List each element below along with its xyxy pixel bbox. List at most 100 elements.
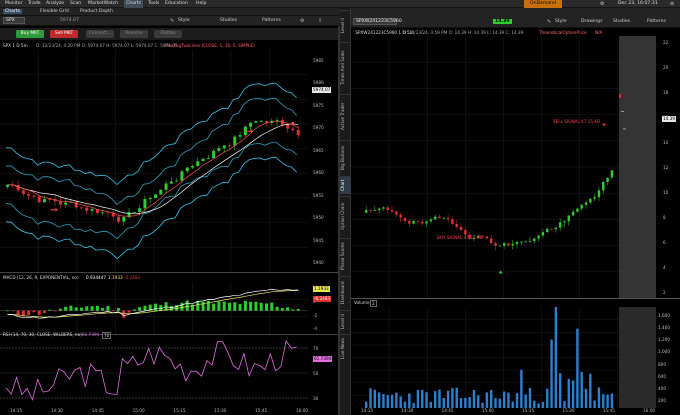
option-candle-body	[537, 235, 540, 239]
macd-histogram-bar	[37, 310, 41, 315]
candle-body	[85, 207, 89, 211]
side-tab-option-chain[interactable]: Option Chain	[340, 196, 351, 236]
side-tab-active-trader[interactable]: Active Trader	[340, 94, 351, 138]
candle-body	[43, 199, 46, 203]
option-candle-body	[425, 221, 428, 224]
y-tick-label: -2	[313, 312, 318, 318]
menu-help[interactable]: Help	[196, 1, 206, 6]
y-tick-label: 12	[663, 165, 669, 170]
menu-charts[interactable]: Charts	[124, 0, 144, 8]
connect-button[interactable]: Connect...	[86, 30, 114, 38]
menu-monitor[interactable]: Monitor	[5, 1, 22, 6]
option-candle-body	[446, 217, 450, 220]
last-price-tag: 5974.07	[312, 87, 332, 93]
side-tab-chart[interactable]: Chart	[340, 176, 351, 194]
option-price-chart[interactable]	[351, 36, 680, 298]
option-candle-body	[382, 207, 385, 209]
volume-bar	[390, 394, 394, 408]
option-symbol-input[interactable]: SPXW241223C5960	[353, 18, 402, 25]
macd-chart[interactable]	[0, 282, 338, 334]
option-candle-body	[571, 211, 575, 216]
rsi-chart[interactable]	[0, 340, 338, 406]
style-menu[interactable]: Style	[555, 19, 567, 24]
side-tab-level2-b[interactable]: Level II	[340, 310, 351, 332]
side-tab-big-buttons[interactable]: Big Buttons	[340, 140, 351, 174]
style-menu[interactable]: Style	[178, 18, 190, 23]
drawing-icon[interactable]: ✎	[547, 19, 551, 25]
side-tab-phase-scores[interactable]: Phase Scores	[340, 238, 351, 274]
macd-histogram-bar	[127, 310, 131, 313]
y-tick-label: 200	[658, 398, 666, 403]
menu-scan[interactable]: Scan	[70, 1, 81, 6]
ma-slow-line	[7, 123, 299, 215]
candle-body	[206, 158, 210, 159]
drawings-menu[interactable]: Drawings	[581, 19, 603, 24]
side-tab-level2[interactable]: Level II	[340, 10, 351, 40]
reverse-button[interactable]: Reverse	[120, 30, 148, 38]
right-toolbar: SPXW241223C5960 14.39 ✎ Style Drawings S…	[351, 8, 680, 28]
tab-product-depth[interactable]: Product Depth	[80, 9, 113, 14]
candle-body	[37, 196, 41, 203]
settings-icon[interactable]: ⚙	[600, 1, 604, 7]
menu-education[interactable]: Education	[165, 1, 188, 6]
left-toolbar-tabs: Charts Flexible Grid Product Depth	[0, 8, 340, 16]
side-tab-dashboard[interactable]: Dashboard	[340, 276, 351, 308]
y-tick-label: 14	[663, 140, 669, 145]
option-candle-body	[421, 221, 424, 224]
volume-bar	[382, 394, 385, 408]
option-candle-body	[580, 204, 583, 209]
volume-chart[interactable]	[351, 307, 680, 408]
menu-trade[interactable]: Trade	[28, 1, 41, 6]
ondemand-button[interactable]: OnDemand	[524, 0, 562, 8]
volume-bar	[377, 392, 381, 408]
macd-histogram-bar	[48, 309, 52, 311]
macd-diff-tag: -0.2483	[313, 296, 332, 302]
price-chart[interactable]	[0, 50, 338, 272]
patterns-menu[interactable]: Patterns	[262, 18, 281, 23]
candle-body	[249, 122, 253, 127]
menu-marketwatch[interactable]: MarketWatch	[88, 1, 118, 6]
menu-icon[interactable]: ≡	[670, 1, 674, 7]
option-candle-body	[602, 181, 605, 191]
last-price: 5974.07	[60, 18, 79, 23]
right-ohlc-label: D: 12/23/24, 3:59 PM O: 14.39 H: 14.39 L…	[403, 30, 524, 35]
drawing-icon[interactable]: ✎	[170, 18, 174, 24]
sell-mkt-button[interactable]: Sell MKT	[50, 30, 78, 38]
candle-body	[191, 166, 194, 168]
y-tick-label: 5945	[313, 237, 324, 243]
share-icon[interactable]: ⇪	[318, 18, 322, 24]
option-candle-body	[403, 217, 407, 222]
candle-body	[296, 129, 300, 136]
buy-mkt-button[interactable]: Buy MKT	[16, 30, 44, 38]
menu-bar: Monitor Trade Analyze Scan MarketWatch C…	[0, 0, 680, 8]
outer-band-lower	[5, 156, 297, 260]
side-tab-times-and-sales[interactable]: Times And Sales	[340, 42, 351, 92]
option-last-tag: 14.39	[662, 116, 676, 122]
option-candle-body	[395, 211, 398, 215]
macd-histogram-bar	[111, 310, 115, 312]
candle-body	[275, 120, 279, 121]
option-candle-body	[524, 241, 527, 243]
studies-menu[interactable]: Studies	[613, 19, 630, 24]
flatten-button[interactable]: Flatten	[154, 30, 182, 38]
y-tick-label: 600	[658, 373, 666, 379]
menu-analyze[interactable]: Analyze	[46, 1, 64, 6]
tab-flexible-grid[interactable]: Flexible Grid	[40, 9, 69, 14]
menu-tools[interactable]: Tools	[148, 1, 159, 6]
studies-menu[interactable]: Studies	[220, 18, 237, 23]
volume-bar	[546, 388, 549, 408]
symbol-input[interactable]: SPX	[3, 17, 25, 24]
tab-charts[interactable]: Charts	[3, 9, 23, 14]
right-x-axis: 14:15 14:30 14:45 15:00 15:15 15:30 15:45 16:00	[351, 408, 657, 415]
volume-bar	[442, 397, 445, 408]
macd-histogram-bar	[169, 306, 173, 311]
y-tick-label: 5970	[313, 125, 324, 131]
x-tick-label: 14:30	[401, 408, 414, 413]
option-candle-body	[546, 228, 549, 233]
patterns-menu[interactable]: Patterns	[647, 19, 666, 24]
side-tab-live-news[interactable]: Live News	[340, 334, 351, 362]
gear-icon[interactable]: ⚙	[300, 18, 304, 24]
rsi-line	[5, 340, 297, 401]
volume-value: 2	[370, 300, 377, 307]
volume-bar	[421, 389, 424, 408]
